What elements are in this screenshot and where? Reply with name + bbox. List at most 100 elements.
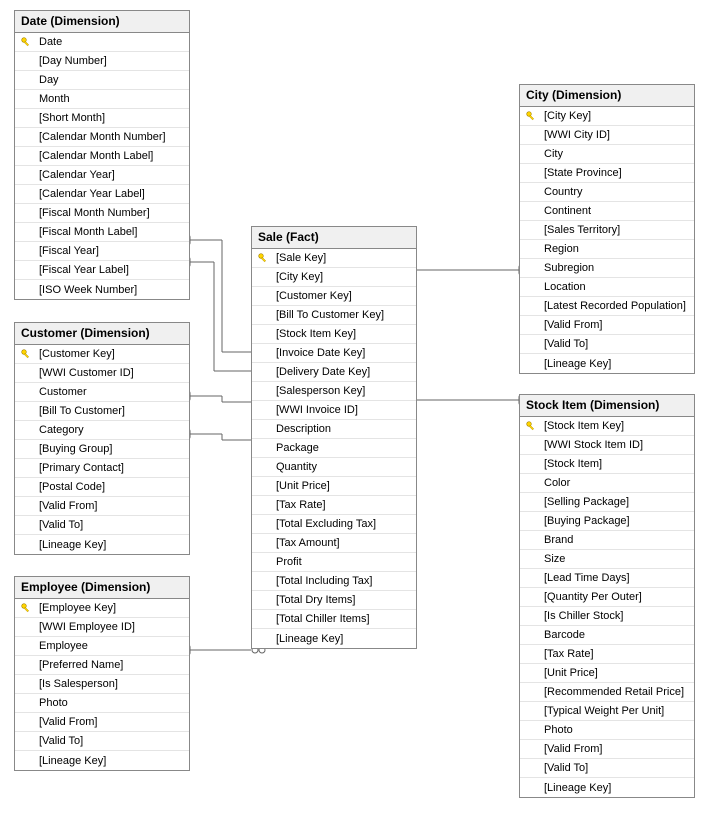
column-row[interactable]: [Fiscal Year Label] xyxy=(15,261,189,280)
column-row[interactable]: [Lead Time Days] xyxy=(520,569,694,588)
table-employee[interactable]: Employee (Dimension)[Employee Key][WWI E… xyxy=(14,576,190,771)
column-row[interactable]: [Customer Key] xyxy=(15,345,189,364)
column-row[interactable]: [Lineage Key] xyxy=(15,751,189,770)
column-row[interactable]: [Tax Amount] xyxy=(252,534,416,553)
column-row[interactable]: Date xyxy=(15,33,189,52)
column-row[interactable]: Continent xyxy=(520,202,694,221)
column-row[interactable]: [Short Month] xyxy=(15,109,189,128)
table-title[interactable]: Customer (Dimension) xyxy=(15,323,189,345)
column-row[interactable]: [Is Salesperson] xyxy=(15,675,189,694)
column-row[interactable]: [Stock Item Key] xyxy=(520,417,694,436)
column-row[interactable]: [Total Chiller Items] xyxy=(252,610,416,629)
column-row[interactable]: [Is Chiller Stock] xyxy=(520,607,694,626)
column-row[interactable]: [Primary Contact] xyxy=(15,459,189,478)
table-title[interactable]: Date (Dimension) xyxy=(15,11,189,33)
column-row[interactable]: [Day Number] xyxy=(15,52,189,71)
column-row[interactable]: [Total Including Tax] xyxy=(252,572,416,591)
column-row[interactable]: [Lineage Key] xyxy=(15,535,189,554)
column-row[interactable]: [Buying Group] xyxy=(15,440,189,459)
column-row[interactable]: [Tax Rate] xyxy=(520,645,694,664)
column-row[interactable]: [City Key] xyxy=(252,268,416,287)
column-row[interactable]: [Employee Key] xyxy=(15,599,189,618)
column-row[interactable]: Location xyxy=(520,278,694,297)
column-row[interactable]: [Typical Weight Per Unit] xyxy=(520,702,694,721)
column-row[interactable]: [Tax Rate] xyxy=(252,496,416,515)
column-row[interactable]: [WWI City ID] xyxy=(520,126,694,145)
column-row[interactable]: [WWI Invoice ID] xyxy=(252,401,416,420)
column-row[interactable]: [City Key] xyxy=(520,107,694,126)
column-row[interactable]: [Valid From] xyxy=(15,713,189,732)
column-row[interactable]: [Valid From] xyxy=(520,316,694,335)
table-stockitem[interactable]: Stock Item (Dimension)[Stock Item Key][W… xyxy=(519,394,695,798)
column-row[interactable]: [Stock Item Key] xyxy=(252,325,416,344)
column-row[interactable]: [Selling Package] xyxy=(520,493,694,512)
column-row[interactable]: [Valid To] xyxy=(520,335,694,354)
table-title[interactable]: Stock Item (Dimension) xyxy=(520,395,694,417)
column-row[interactable]: [Calendar Month Number] xyxy=(15,128,189,147)
column-row[interactable]: [Calendar Year] xyxy=(15,166,189,185)
column-row[interactable]: [WWI Customer ID] xyxy=(15,364,189,383)
column-row[interactable]: [Invoice Date Key] xyxy=(252,344,416,363)
table-title[interactable]: City (Dimension) xyxy=(520,85,694,107)
table-title[interactable]: Employee (Dimension) xyxy=(15,577,189,599)
column-row[interactable]: [Bill To Customer Key] xyxy=(252,306,416,325)
column-row[interactable]: [Customer Key] xyxy=(252,287,416,306)
column-row[interactable]: [Postal Code] xyxy=(15,478,189,497)
column-row[interactable]: [Fiscal Year] xyxy=(15,242,189,261)
column-row[interactable]: Region xyxy=(520,240,694,259)
column-row[interactable]: Customer xyxy=(15,383,189,402)
column-row[interactable]: [Unit Price] xyxy=(520,664,694,683)
column-row[interactable]: Photo xyxy=(15,694,189,713)
column-row[interactable]: Size xyxy=(520,550,694,569)
column-row[interactable]: Country xyxy=(520,183,694,202)
table-title[interactable]: Sale (Fact) xyxy=(252,227,416,249)
column-row[interactable]: [Buying Package] xyxy=(520,512,694,531)
column-row[interactable]: Barcode xyxy=(520,626,694,645)
column-row[interactable]: [Calendar Year Label] xyxy=(15,185,189,204)
table-customer[interactable]: Customer (Dimension)[Customer Key][WWI C… xyxy=(14,322,190,555)
column-row[interactable]: [Stock Item] xyxy=(520,455,694,474)
column-row[interactable]: [Unit Price] xyxy=(252,477,416,496)
column-row[interactable]: [Quantity Per Outer] xyxy=(520,588,694,607)
column-row[interactable]: [State Province] xyxy=(520,164,694,183)
column-row[interactable]: [ISO Week Number] xyxy=(15,280,189,299)
column-row[interactable]: [Valid To] xyxy=(520,759,694,778)
column-row[interactable]: [Valid To] xyxy=(15,516,189,535)
column-row[interactable]: [Fiscal Month Label] xyxy=(15,223,189,242)
column-row[interactable]: Month xyxy=(15,90,189,109)
column-row[interactable]: [Valid From] xyxy=(15,497,189,516)
column-row[interactable]: Brand xyxy=(520,531,694,550)
column-row[interactable]: [Calendar Month Label] xyxy=(15,147,189,166)
column-row[interactable]: [Delivery Date Key] xyxy=(252,363,416,382)
column-row[interactable]: Subregion xyxy=(520,259,694,278)
column-row[interactable]: Quantity xyxy=(252,458,416,477)
column-row[interactable]: Category xyxy=(15,421,189,440)
column-row[interactable]: [WWI Stock Item ID] xyxy=(520,436,694,455)
column-row[interactable]: [Total Dry Items] xyxy=(252,591,416,610)
column-row[interactable]: [Fiscal Month Number] xyxy=(15,204,189,223)
column-row[interactable]: [Total Excluding Tax] xyxy=(252,515,416,534)
column-row[interactable]: Photo xyxy=(520,721,694,740)
column-row[interactable]: [WWI Employee ID] xyxy=(15,618,189,637)
column-row[interactable]: [Lineage Key] xyxy=(252,629,416,648)
column-row[interactable]: [Recommended Retail Price] xyxy=(520,683,694,702)
column-row[interactable]: [Salesperson Key] xyxy=(252,382,416,401)
column-row[interactable]: Package xyxy=(252,439,416,458)
column-row[interactable]: Day xyxy=(15,71,189,90)
table-date[interactable]: Date (Dimension)Date[Day Number]DayMonth… xyxy=(14,10,190,300)
table-sale[interactable]: Sale (Fact)[Sale Key][City Key][Customer… xyxy=(251,226,417,649)
column-row[interactable]: [Lineage Key] xyxy=(520,354,694,373)
column-row[interactable]: Description xyxy=(252,420,416,439)
column-row[interactable]: Profit xyxy=(252,553,416,572)
column-row[interactable]: [Sales Territory] xyxy=(520,221,694,240)
column-row[interactable]: [Lineage Key] xyxy=(520,778,694,797)
column-row[interactable]: [Valid To] xyxy=(15,732,189,751)
column-row[interactable]: [Latest Recorded Population] xyxy=(520,297,694,316)
column-row[interactable]: Employee xyxy=(15,637,189,656)
column-row[interactable]: [Sale Key] xyxy=(252,249,416,268)
column-row[interactable]: City xyxy=(520,145,694,164)
column-row[interactable]: [Preferred Name] xyxy=(15,656,189,675)
column-row[interactable]: [Valid From] xyxy=(520,740,694,759)
column-row[interactable]: [Bill To Customer] xyxy=(15,402,189,421)
table-city[interactable]: City (Dimension)[City Key][WWI City ID]C… xyxy=(519,84,695,374)
